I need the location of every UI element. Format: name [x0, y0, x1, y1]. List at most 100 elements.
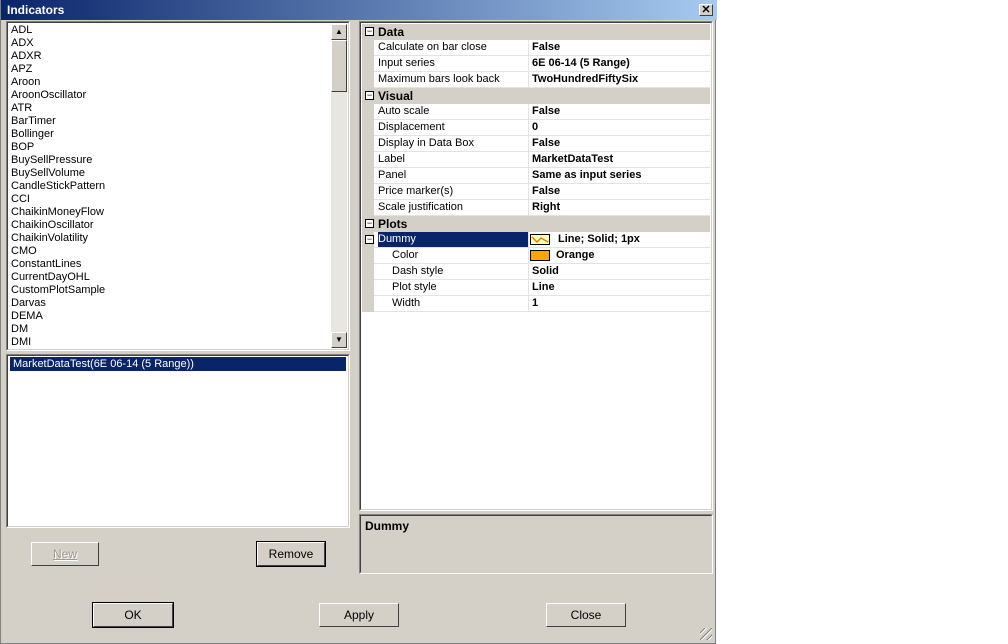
indicator-list-item[interactable]: CMO: [11, 245, 105, 258]
property-value[interactable]: MarketDataTest: [532, 152, 613, 167]
indicator-list-item[interactable]: ADXR: [11, 50, 105, 63]
property-name: Width: [392, 296, 529, 311]
property-row[interactable]: Panel Same as input series: [362, 168, 710, 184]
property-row[interactable]: Scale justification Right: [362, 200, 710, 216]
collapse-icon[interactable]: −: [365, 219, 374, 228]
indicator-list-item[interactable]: DEMA: [11, 310, 105, 323]
category-plots[interactable]: − Plots: [362, 216, 710, 232]
indicator-list-item[interactable]: ADL: [11, 24, 105, 37]
property-row[interactable]: Displacement 0: [362, 120, 710, 136]
property-name: Scale justification: [378, 200, 529, 215]
ok-button-label: OK: [124, 608, 142, 622]
row-gutter: [362, 248, 374, 264]
remove-button[interactable]: Remove: [256, 541, 326, 567]
new-button[interactable]: New: [31, 542, 99, 566]
apply-button[interactable]: Apply: [319, 603, 399, 627]
property-value[interactable]: False: [532, 184, 560, 199]
row-gutter: [362, 56, 374, 72]
indicator-list-item[interactable]: Aroon: [11, 76, 105, 89]
indicator-list-item[interactable]: ATR: [11, 102, 105, 115]
property-value[interactable]: False: [532, 136, 560, 151]
indicator-list-scrollbar[interactable]: ▲ ▼: [331, 24, 347, 348]
property-value[interactable]: 1: [532, 296, 538, 311]
scroll-down-button[interactable]: ▼: [331, 332, 347, 348]
indicator-list-item[interactable]: BuySellPressure: [11, 154, 105, 167]
resize-grip-icon[interactable]: [700, 628, 712, 640]
category-visual[interactable]: − Visual: [362, 88, 710, 104]
property-row[interactable]: Plot style Line: [362, 280, 710, 296]
property-value[interactable]: Line; Solid; 1px: [558, 232, 640, 247]
row-gutter: [362, 72, 374, 88]
property-row[interactable]: Maximum bars look back TwoHundredFiftySi…: [362, 72, 710, 88]
indicator-list-item[interactable]: ConstantLines: [11, 258, 105, 271]
row-gutter: [362, 104, 374, 120]
property-name: Auto scale: [378, 104, 529, 119]
scroll-thumb[interactable]: [331, 40, 347, 92]
property-value[interactable]: False: [532, 104, 560, 119]
property-value[interactable]: Right: [532, 200, 560, 215]
property-value[interactable]: Solid: [532, 264, 559, 279]
indicator-list-item[interactable]: DM: [11, 323, 105, 336]
close-window-button[interactable]: ✕: [699, 4, 713, 16]
indicator-list-item[interactable]: BuySellVolume: [11, 167, 105, 180]
property-name: Label: [378, 152, 529, 167]
apply-button-label: Apply: [343, 608, 375, 622]
indicator-list-item[interactable]: AroonOscillator: [11, 89, 105, 102]
property-name: Price marker(s): [378, 184, 529, 199]
row-gutter: [362, 184, 374, 200]
arrow-up-icon: ▲: [335, 27, 343, 36]
property-row[interactable]: Width 1: [362, 296, 710, 312]
indicator-list-item[interactable]: BarTimer: [11, 115, 105, 128]
indicator-list-item[interactable]: ChaikinVolatility: [11, 232, 105, 245]
collapse-icon[interactable]: −: [365, 91, 374, 100]
collapse-icon[interactable]: −: [365, 27, 374, 36]
property-row[interactable]: Auto scale False: [362, 104, 710, 120]
property-name: Color: [392, 248, 529, 263]
indicator-list[interactable]: ADL ADX ADXR APZ Aroon AroonOscillator ATR BarT…: [6, 21, 350, 351]
indicator-list-item[interactable]: Bollinger: [11, 128, 105, 141]
indicator-list-item[interactable]: CandleStickPattern: [11, 180, 105, 193]
property-name: Plot style: [392, 280, 529, 295]
property-grid[interactable]: − Data Calculate on bar close False Inpu…: [359, 21, 713, 511]
indicator-list-item[interactable]: DMI: [11, 336, 105, 349]
title-bar[interactable]: Indicators ✕: [1, 0, 717, 20]
new-button-label: New: [52, 547, 77, 561]
property-value[interactable]: False: [532, 40, 560, 55]
ok-button[interactable]: OK: [92, 602, 174, 628]
indicator-list-item[interactable]: BOP: [11, 141, 105, 154]
collapse-icon[interactable]: −: [365, 235, 374, 244]
category-label: Visual: [378, 89, 414, 103]
property-row[interactable]: Calculate on bar close False: [362, 40, 710, 56]
category-data[interactable]: − Data: [362, 24, 710, 40]
property-value[interactable]: 6E 06-14 (5 Range): [532, 56, 630, 71]
property-row[interactable]: Display in Data Box False: [362, 136, 710, 152]
dialog-title: Indicators: [7, 3, 65, 17]
property-row[interactable]: Input series 6E 06-14 (5 Range): [362, 56, 710, 72]
close-button-label: Close: [570, 608, 602, 622]
property-value[interactable]: 0: [532, 120, 538, 135]
indicator-list-item[interactable]: ChaikinMoneyFlow: [11, 206, 105, 219]
property-value[interactable]: Orange: [556, 248, 595, 263]
applied-indicators-list[interactable]: MarketDataTest(6E 06-14 (5 Range)): [6, 354, 350, 528]
indicator-list-item[interactable]: CCI: [11, 193, 105, 206]
indicator-list-item[interactable]: CustomPlotSample: [11, 284, 105, 297]
color-swatch: [530, 250, 550, 261]
property-value[interactable]: Same as input series: [532, 168, 641, 183]
property-row-dummy[interactable]: − Dummy Line; Solid; 1px: [362, 232, 710, 248]
property-row[interactable]: Color Orange: [362, 248, 710, 264]
applied-indicator-item[interactable]: MarketDataTest(6E 06-14 (5 Range)): [10, 357, 346, 371]
property-value[interactable]: Line: [532, 280, 555, 295]
remove-button-label: Remove: [268, 547, 314, 561]
property-value[interactable]: TwoHundredFiftySix: [532, 72, 638, 87]
indicator-list-item[interactable]: ADX: [11, 37, 105, 50]
scroll-up-button[interactable]: ▲: [331, 24, 347, 40]
row-gutter: [362, 40, 374, 56]
indicator-list-item[interactable]: APZ: [11, 63, 105, 76]
property-row[interactable]: Label MarketDataTest: [362, 152, 710, 168]
indicator-list-item[interactable]: Darvas: [11, 297, 105, 310]
indicator-list-item[interactable]: ChaikinOscillator: [11, 219, 105, 232]
indicator-list-item[interactable]: CurrentDayOHL: [11, 271, 105, 284]
property-row[interactable]: Price marker(s) False: [362, 184, 710, 200]
close-button[interactable]: Close: [546, 603, 626, 627]
property-row[interactable]: Dash style Solid: [362, 264, 710, 280]
